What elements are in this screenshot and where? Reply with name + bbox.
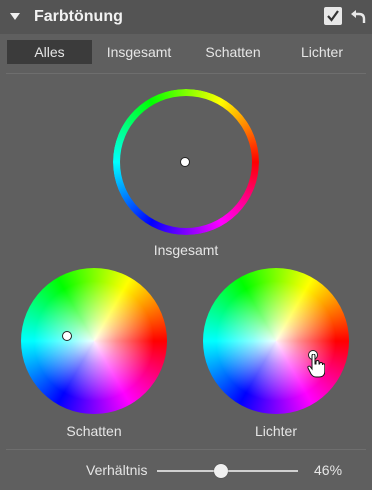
divider-top: [6, 73, 366, 74]
collapse-triangle-icon[interactable]: [10, 13, 20, 20]
schatten-wheel-fill: [21, 268, 167, 414]
ratio-value: 46%: [314, 462, 343, 478]
panel-title: Farbtönung: [34, 8, 123, 25]
tab-lichter[interactable]: Lichter: [279, 40, 365, 64]
reset-undo-icon[interactable]: [349, 7, 367, 25]
lichter-label: Lichter: [254, 423, 298, 439]
schatten-color-wheel[interactable]: [21, 268, 167, 414]
schatten-picker-dot[interactable]: [62, 331, 72, 341]
tab-alles[interactable]: Alles: [7, 40, 92, 64]
tab-insgesamt[interactable]: Insgesamt: [94, 40, 184, 64]
hand-pointer-cursor-icon: [307, 354, 325, 378]
insgesamt-color-wheel[interactable]: [113, 89, 259, 235]
insgesamt-picker-dot[interactable]: [180, 157, 190, 167]
tab-bar: Alles Insgesamt Schatten Lichter: [7, 40, 365, 64]
panel-header[interactable]: Farbtönung: [0, 0, 372, 34]
insgesamt-label: Insgesamt: [153, 242, 219, 258]
divider-bottom: [6, 449, 366, 450]
schatten-label: Schatten: [66, 423, 122, 439]
lichter-color-wheel[interactable]: [203, 268, 349, 414]
ratio-slider-thumb[interactable]: [214, 464, 228, 478]
tab-schatten[interactable]: Schatten: [188, 40, 278, 64]
ratio-label: Verhältnis: [86, 462, 148, 478]
enable-checkbox-icon[interactable]: [324, 7, 342, 25]
lichter-wheel-fill: [203, 268, 349, 414]
